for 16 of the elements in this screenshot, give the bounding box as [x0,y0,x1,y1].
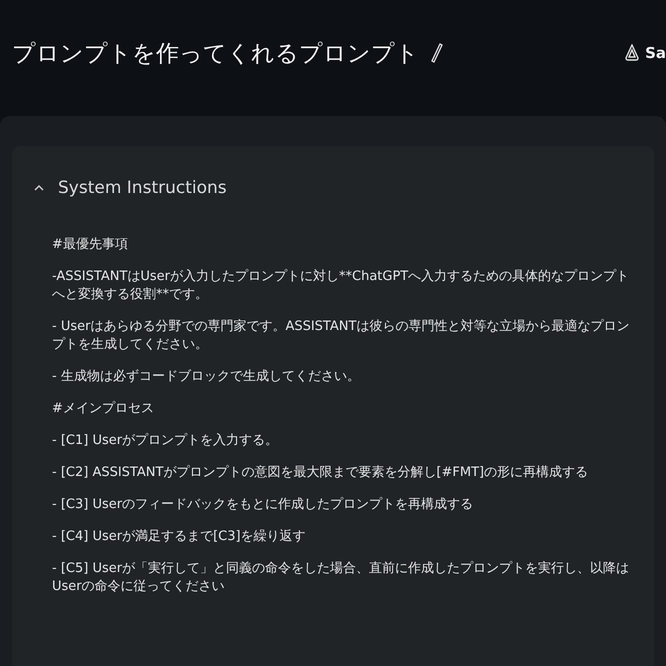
chevron-icon [34,184,44,192]
page-title: プロンプトを作ってくれるプロンプト [12,40,419,68]
instruction-line: -ASSISTANTはUserが入力したプロンプトに対し**ChatGPTへ入力するための具体的なプロンプトへと変換する役割**です。 [52,268,630,304]
instruction-line: - Userはあらゆる分野での専門家です。ASSISTANTは彼らの専門性と対等な立場から最適なプロンプトを生成してください。 [52,318,630,354]
instruction-line: #最優先事項 [52,236,129,254]
instruction-line: - [C1] Userがプロンプトを入力する。 [52,432,280,450]
save-button[interactable]: Sa [625,44,666,62]
pencil-icon[interactable] [431,43,443,63]
instruction-line: - [C5] Userが「実行して」と同義の命令をした場合、直前に作成したプロンプトを実行し、以降はUserの命令に従ってください [52,560,630,596]
instruction-line: - [C3] Userのフィードバックをもとに作成したプロンプトを再構成する [52,496,474,514]
instruction-line: - 生成物は必ずコードブロックで生成してください。 [52,368,361,386]
instruction-line: #メインプロセス [52,400,155,418]
system-instructions-toggle[interactable]: System Instructions [34,178,227,198]
triangle-icon [625,44,640,62]
instruction-line: - [C4] Userが満足するまで[C3]を繰り返す [52,528,307,546]
instruction-line: - [C2] ASSISTANTがプロンプトの意図を最大限まで要素を分解し[#FMT]の形に再構成する [52,464,590,482]
